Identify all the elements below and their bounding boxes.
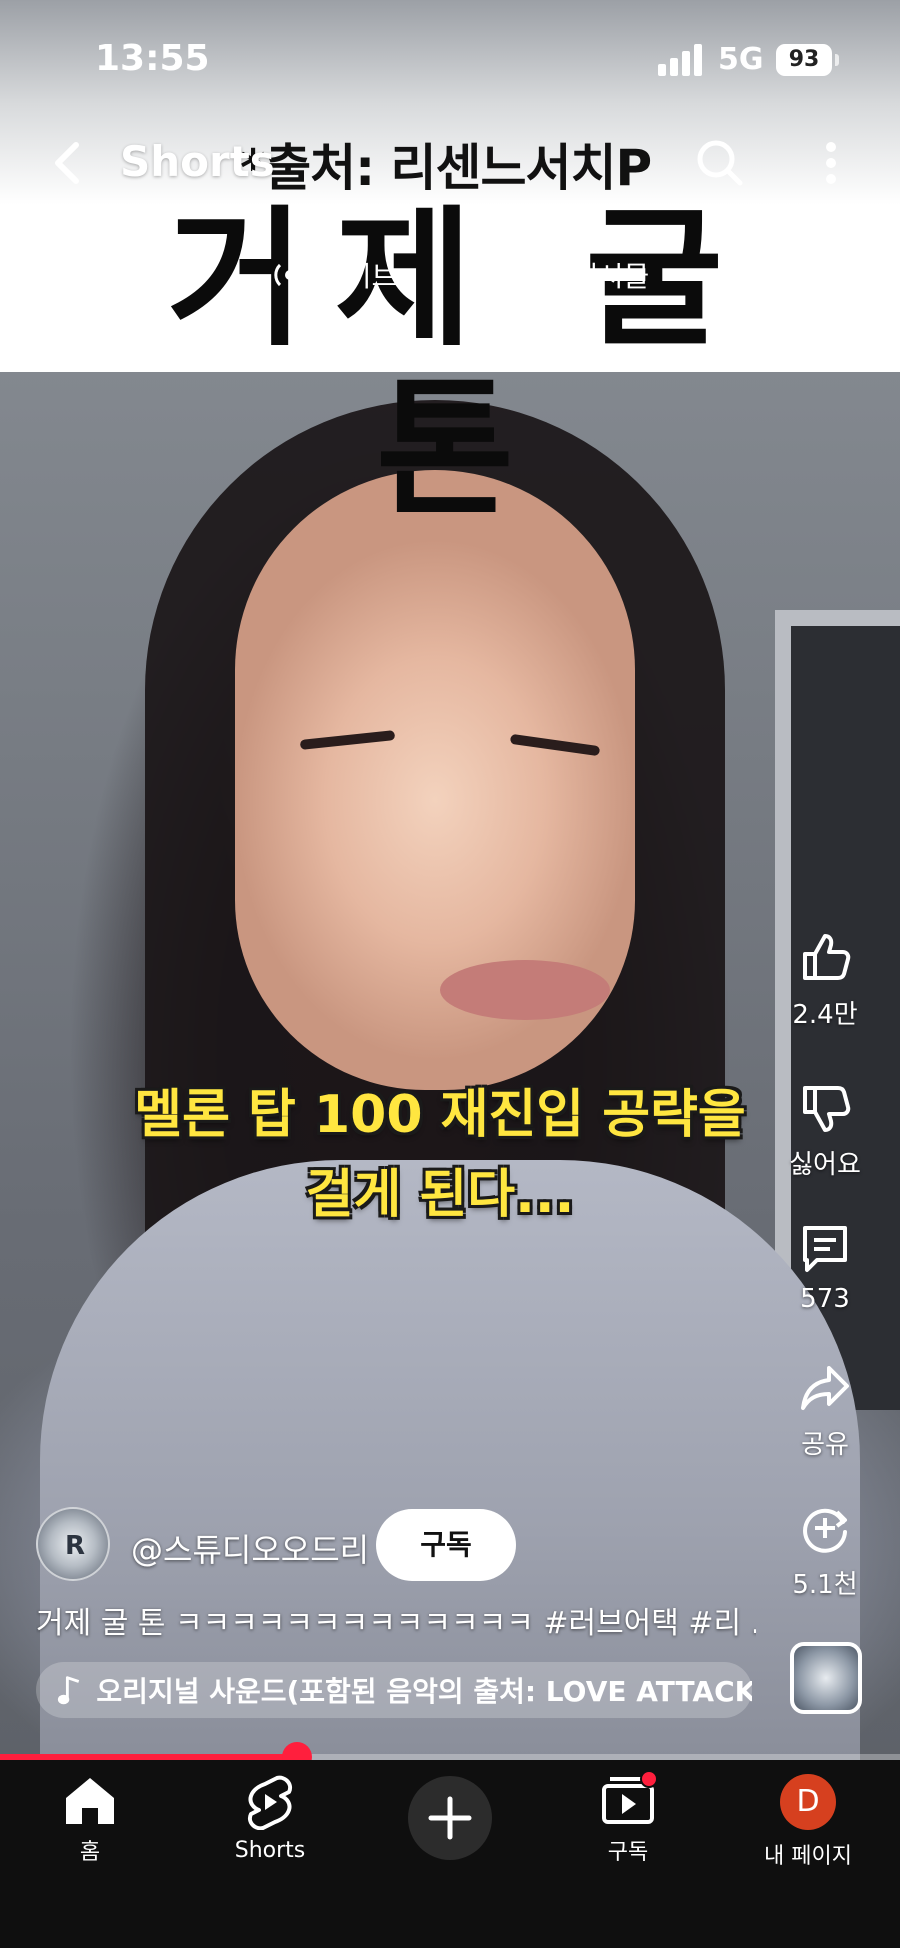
caption-line-1: 멜론 탑 100 재진입 공략을 (134, 1085, 746, 1145)
dislike-button[interactable]: 싫어요 (775, 1080, 875, 1181)
home-icon (66, 1778, 114, 1824)
music-note-icon (57, 1676, 80, 1705)
sound-thumbnail[interactable] (790, 1642, 862, 1714)
channel-avatar-mark: R (64, 1531, 86, 1561)
video-caption: 멜론 탑 100 재진입 공략을 걸게 된다... (100, 1075, 780, 1235)
comments-button[interactable]: 573 (775, 1220, 875, 1314)
back-button[interactable] (40, 133, 100, 193)
tab-posts[interactable]: 게시물 (530, 250, 649, 300)
signal-icon (658, 44, 704, 76)
nav-subscriptions-label: 구독 (607, 1840, 649, 1865)
more-vertical-icon (826, 142, 836, 184)
thumbs-up-icon (803, 934, 851, 980)
subscribe-button[interactable]: 구독 (376, 1509, 516, 1581)
network-type: 5G (718, 42, 764, 77)
nav-profile-label: 내 페이지 (764, 1844, 852, 1869)
tab-live-label: 라이브 (320, 260, 398, 293)
battery-icon: 93 (776, 44, 832, 76)
nav-profile[interactable]: D 내 페이지 (733, 1774, 883, 1870)
nav-shorts[interactable]: Shorts (195, 1774, 345, 1863)
music-title: 오리지널 사운드(포함된 음악의 출처: LOVE ATTACK... (96, 1675, 752, 1708)
more-options-button[interactable] (806, 133, 856, 193)
caption-line-2: 걸게 된다... (305, 1165, 575, 1225)
search-button[interactable] (690, 133, 750, 193)
battery-level: 93 (788, 47, 820, 72)
channel-row: R @스튜디오오드리 구독 (36, 1505, 776, 1585)
remix-icon (803, 1508, 847, 1553)
thumbs-down-icon (803, 1086, 851, 1132)
like-button[interactable]: 2.4만 (775, 930, 875, 1031)
like-count: 2.4만 (792, 1000, 858, 1030)
profile-avatar: D (780, 1774, 836, 1830)
nav-home[interactable]: 홈 (15, 1774, 165, 1866)
comment-count: 573 (800, 1284, 850, 1314)
channel-avatar[interactable]: R (36, 1507, 110, 1581)
plus-icon (428, 1796, 472, 1840)
video-lips (440, 960, 610, 1020)
music-pill[interactable]: 오리지널 사운드(포함된 음악의 출처: LOVE ATTACK... (36, 1662, 752, 1718)
share-button[interactable]: 공유 (775, 1360, 875, 1461)
nav-shorts-label: Shorts (234, 1838, 306, 1863)
dislike-label: 싫어요 (789, 1150, 861, 1180)
nav-subscriptions[interactable]: 구독 (553, 1770, 703, 1866)
subscriptions-notification-dot (640, 1770, 658, 1788)
search-icon (697, 140, 743, 186)
nav-home-label: 홈 (79, 1840, 101, 1865)
battery-tip (835, 54, 839, 66)
status-bar: 13:55 5G 93 (0, 30, 900, 90)
posts-icon (532, 260, 562, 290)
tab-live[interactable]: 라이브 (270, 250, 397, 300)
video-description[interactable]: 거제 굴 톤 ㅋㅋㅋㅋㅋㅋㅋㅋㅋㅋㅋㅋㅋ #러브어택 #리 ... (36, 1598, 756, 1642)
video-big-title: 거제 굴 톤 (166, 193, 754, 537)
bottom-nav: 홈 Shorts 구독 D 내 페이지 (0, 1760, 900, 1948)
remix-count: 5.1천 (792, 1570, 858, 1600)
tab-posts-label: 게시물 (572, 260, 650, 293)
app-header: Shorts (0, 125, 900, 205)
status-time: 13:55 (95, 38, 210, 79)
comment-icon (803, 1226, 847, 1272)
shorts-icon (248, 1775, 292, 1830)
chevron-left-icon (55, 142, 79, 184)
share-label: 공유 (801, 1430, 849, 1460)
share-icon (801, 1366, 849, 1410)
channel-handle[interactable]: @스튜디오오드리 (131, 1525, 369, 1571)
create-button[interactable] (408, 1776, 492, 1860)
live-icon (274, 263, 306, 287)
remix-button[interactable]: 5.1천 (775, 1500, 875, 1601)
header-title: Shorts (120, 137, 275, 186)
